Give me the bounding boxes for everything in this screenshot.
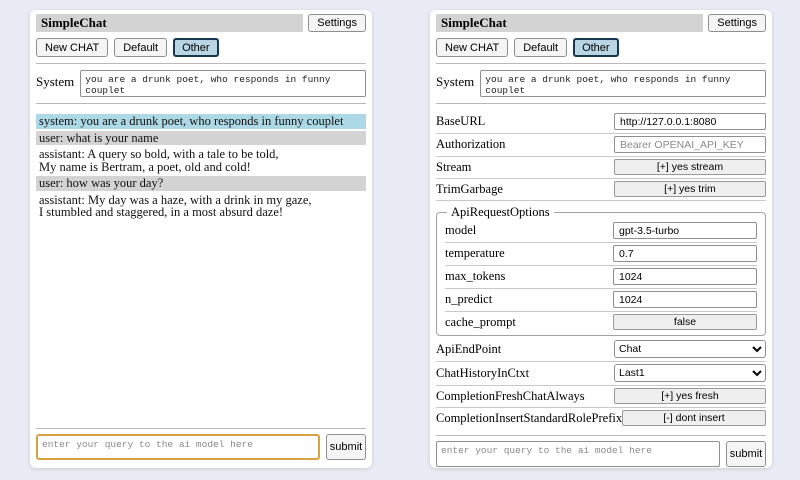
fieldset-legend: ApiRequestOptions [447,205,554,220]
chat-message-assistant: assistant: A query so bold, with a tale … [36,147,366,174]
system-prompt-row: System you are a drunk poet, who respond… [436,70,766,97]
chat-message-list: system: you are a drunk poet, who respon… [36,114,366,222]
session-button-other[interactable]: Other [573,38,619,57]
temperature-input[interactable] [613,245,757,262]
divider [436,103,766,104]
setting-row-stream: Stream [+] yes stream [436,157,766,179]
setting-label: model [445,223,476,238]
app-title: SimpleChat [436,14,703,32]
query-input[interactable] [436,441,720,467]
completion-insert-toggle-button[interactable]: [-] dont insert [622,410,766,426]
query-row: submit [36,434,366,460]
setting-label: cache_prompt [445,315,516,330]
setting-row-apiendpoint: ApiEndPoint Chat [436,338,766,362]
new-chat-button[interactable]: New CHAT [36,38,108,57]
setting-row-temperature: temperature [445,243,757,266]
baseurl-input[interactable] [614,113,766,130]
session-buttons: New CHAT Default Other [36,38,366,57]
settings-button[interactable]: Settings [308,14,366,32]
divider [436,63,766,64]
settings-list: BaseURL Authorization Stream [+] yes str… [436,111,766,429]
divider [36,428,366,429]
submit-button[interactable]: submit [726,441,766,467]
submit-button[interactable]: submit [326,434,366,460]
query-area: submit [436,429,766,467]
n-predict-input[interactable] [613,291,757,308]
system-prompt-row: System you are a drunk poet, who respond… [36,70,366,97]
model-input[interactable] [613,222,757,239]
setting-row-baseurl: BaseURL [436,111,766,134]
authorization-input[interactable] [614,136,766,153]
query-row: submit [436,441,766,467]
divider [36,103,366,104]
setting-row-max-tokens: max_tokens [445,266,757,289]
setting-label: temperature [445,246,505,261]
setting-label: Authorization [436,137,505,152]
setting-label: BaseURL [436,114,485,129]
completion-fresh-toggle-button[interactable]: [+] yes fresh [614,388,766,404]
setting-label: ApiEndPoint [436,342,501,357]
trimgarbage-toggle-button[interactable]: [+] yes trim [614,181,766,197]
system-label: System [436,70,474,90]
setting-label: ChatHistoryInCtxt [436,366,529,381]
settings-button[interactable]: Settings [708,14,766,32]
setting-row-completioninsertstandardroleprefix: CompletionInsertStandardRolePrefix [-] d… [436,408,766,429]
session-buttons: New CHAT Default Other [436,38,766,57]
divider [36,63,366,64]
setting-label: Stream [436,160,471,175]
setting-row-completionfreshchatalways: CompletionFreshChatAlways [+] yes fresh [436,386,766,408]
divider [436,435,766,436]
chat-history-select[interactable]: Last1 [614,364,766,382]
setting-label: TrimGarbage [436,182,503,197]
setting-label: max_tokens [445,269,505,284]
cache-prompt-toggle-button[interactable]: false [613,314,757,330]
app-title: SimpleChat [36,14,303,32]
setting-label: CompletionFreshChatAlways [436,389,585,404]
chat-message-system: system: you are a drunk poet, who respon… [36,114,366,129]
chat-message-user: user: how was your day? [36,176,366,191]
stream-toggle-button[interactable]: [+] yes stream [614,159,766,175]
api-endpoint-select[interactable]: Chat [614,340,766,358]
titlebar: SimpleChat Settings [36,14,366,32]
settings-panel: SimpleChat Settings New CHAT Default Oth… [430,10,772,468]
session-button-other[interactable]: Other [173,38,219,57]
setting-row-chathistoryinctxt: ChatHistoryInCtxt Last1 [436,362,766,386]
setting-row-cache-prompt: cache_prompt false [445,312,757,333]
setting-row-trimgarbage: TrimGarbage [+] yes trim [436,179,766,201]
system-label: System [36,70,74,90]
chat-panel: SimpleChat Settings New CHAT Default Oth… [30,10,372,468]
setting-row-authorization: Authorization [436,134,766,157]
chat-message-user: user: what is your name [36,131,366,146]
system-prompt-textarea[interactable]: you are a drunk poet, who responds in fu… [80,70,366,97]
titlebar: SimpleChat Settings [436,14,766,32]
chat-message-assistant: assistant: My day was a haze, with a dri… [36,193,366,220]
setting-row-n-predict: n_predict [445,289,757,312]
query-input[interactable] [36,434,320,460]
setting-label: CompletionInsertStandardRolePrefix [436,411,622,426]
api-request-options-fieldset: ApiRequestOptions model temperature max_… [436,205,766,336]
setting-label: n_predict [445,292,492,307]
system-prompt-textarea[interactable]: you are a drunk poet, who responds in fu… [480,70,766,97]
session-button-default[interactable]: Default [114,38,167,57]
setting-row-model: model [445,220,757,243]
max-tokens-input[interactable] [613,268,757,285]
new-chat-button[interactable]: New CHAT [436,38,508,57]
query-area: submit [36,422,366,460]
session-button-default[interactable]: Default [514,38,567,57]
